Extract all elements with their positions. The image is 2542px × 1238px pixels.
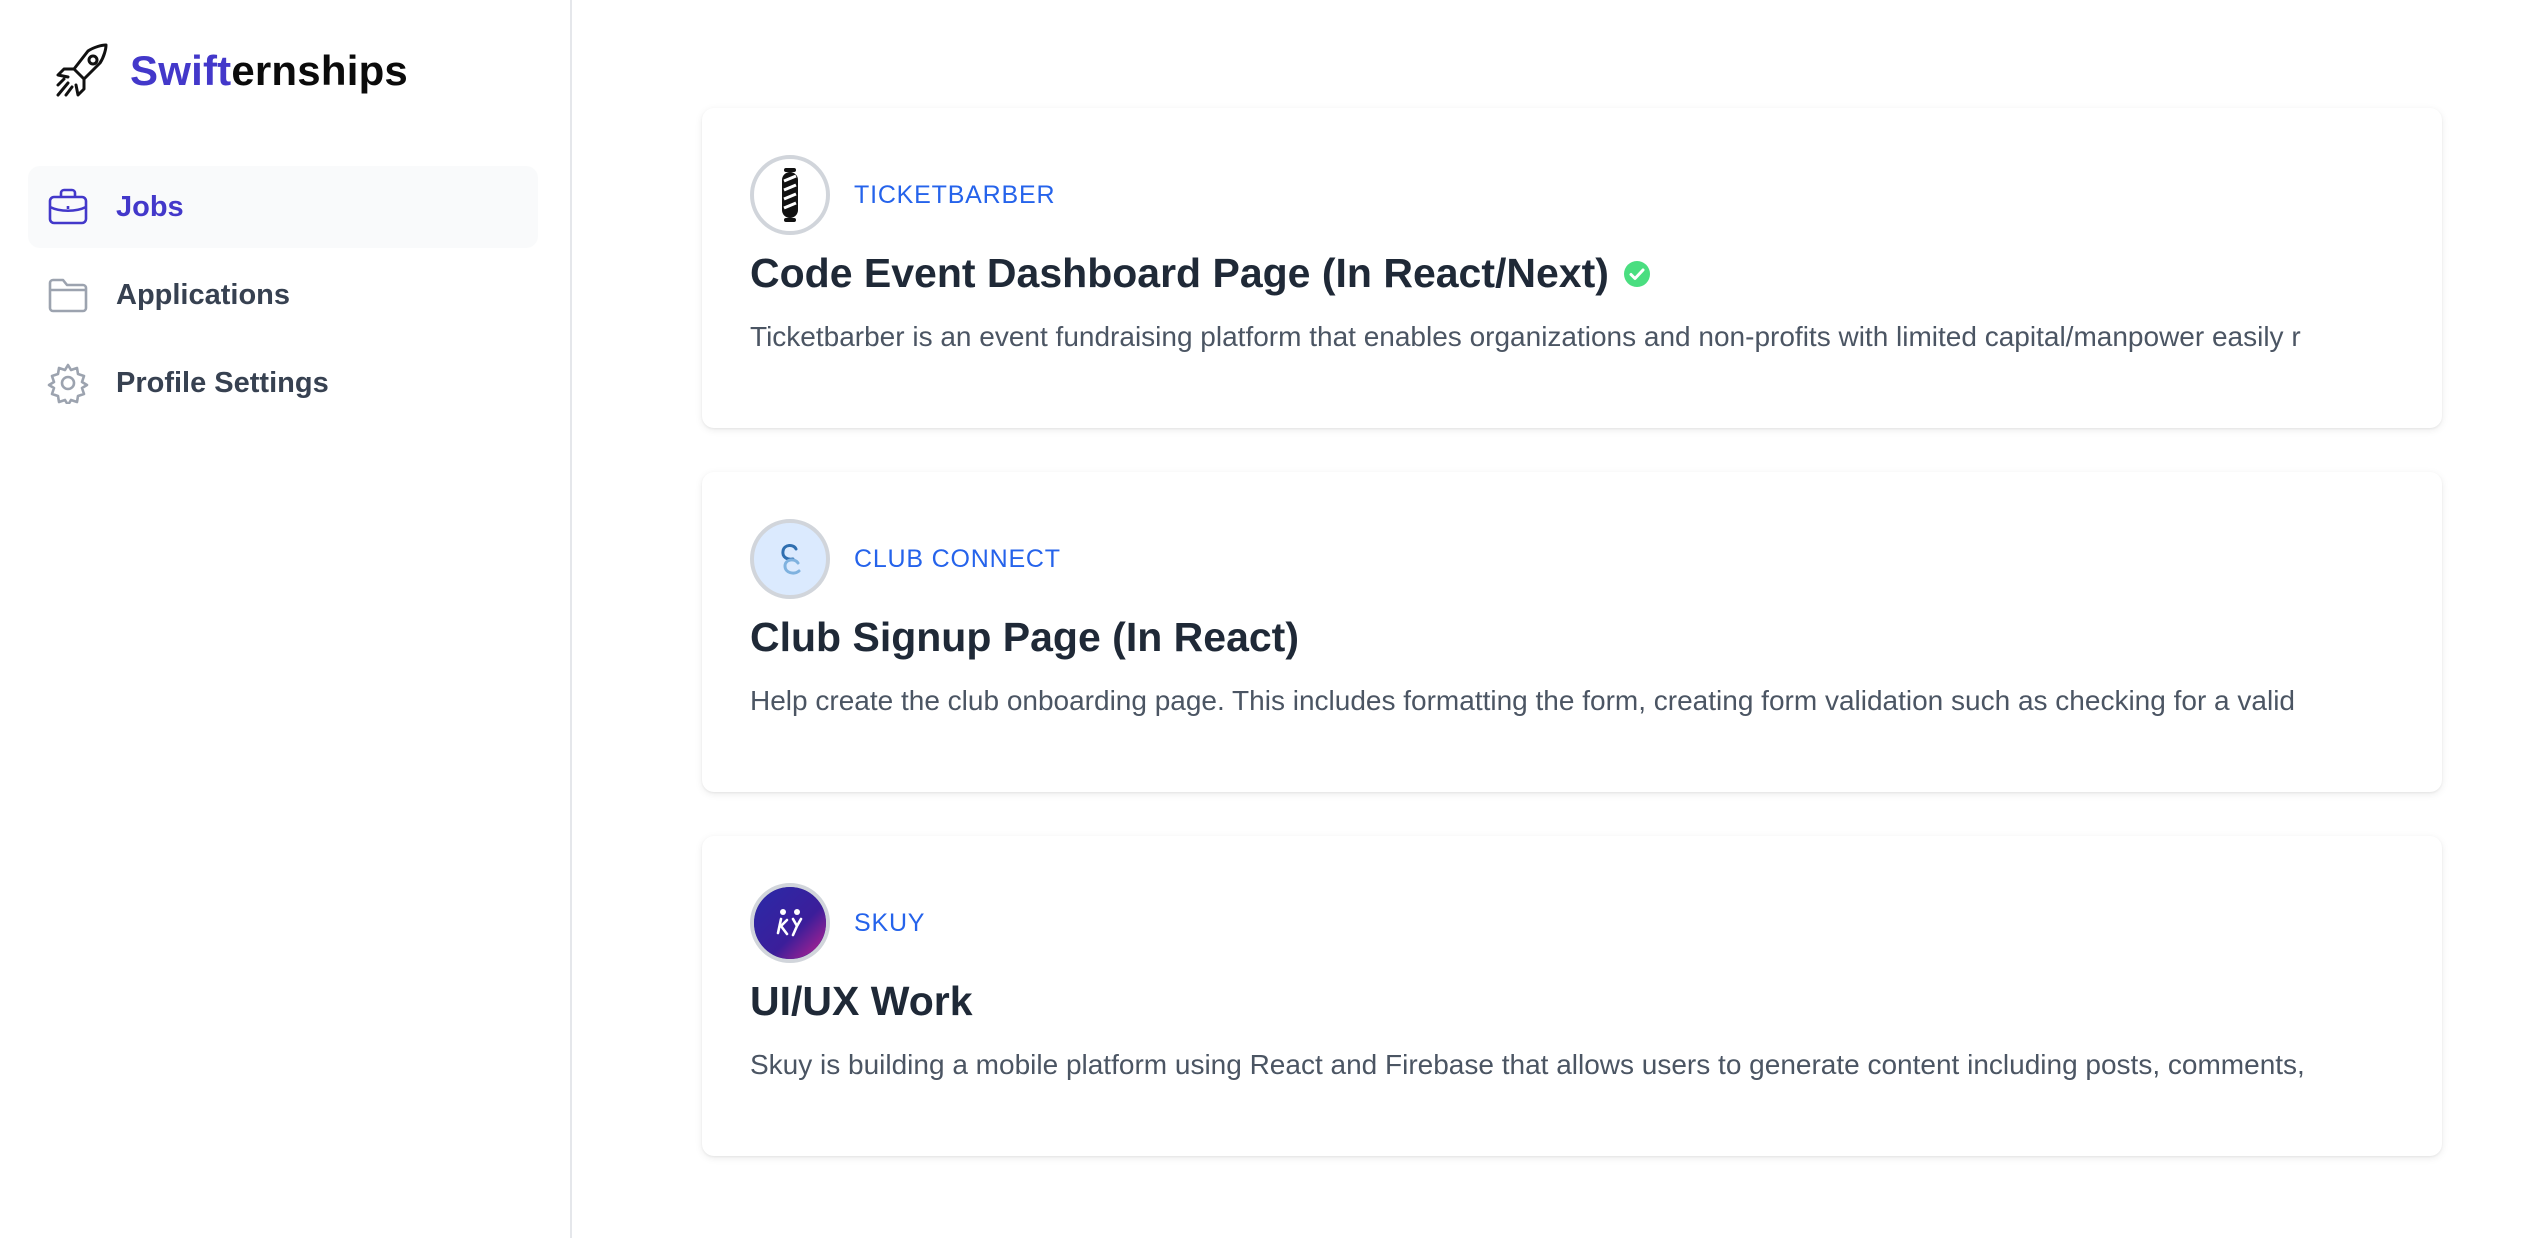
job-list: TICKETBARBER Code Event Dashboard Page (… xyxy=(572,0,2542,1238)
brand-name: Swifternships xyxy=(130,47,408,95)
job-title[interactable]: Code Event Dashboard Page (In React/Next… xyxy=(750,250,2394,297)
job-card[interactable]: SKUY UI/UX Work Skuy is building a mobil… xyxy=(702,836,2442,1156)
sidebar-item-label: Applications xyxy=(116,278,291,311)
job-title-text: Club Signup Page (In React) xyxy=(750,614,1299,660)
brand[interactable]: Swifternships xyxy=(48,38,538,104)
company-name: SKUY xyxy=(854,908,926,937)
app-root: Swifternships Jobs Applications Profile … xyxy=(0,0,2542,1238)
sidebar-nav: Jobs Applications Profile Settings xyxy=(28,166,538,424)
job-description: Ticketbarber is an event fundraising pla… xyxy=(750,321,2301,352)
sidebar-item-jobs[interactable]: Jobs xyxy=(28,166,538,248)
sidebar: Swifternships Jobs Applications Profile … xyxy=(0,0,572,1238)
job-title-text: Code Event Dashboard Page (In React/Next… xyxy=(750,250,1609,296)
company-row: SKUY xyxy=(750,882,2394,964)
job-title-text: UI/UX Work xyxy=(750,978,973,1024)
company-row: TICKETBARBER xyxy=(750,154,2394,236)
brand-name-part1: Swift xyxy=(130,47,232,94)
job-title[interactable]: Club Signup Page (In React) xyxy=(750,614,2394,661)
folder-icon xyxy=(46,273,90,317)
job-title[interactable]: UI/UX Work xyxy=(750,978,2394,1025)
skuy-logo xyxy=(750,883,830,963)
brand-name-part2: ernships xyxy=(231,47,408,94)
company-name: CLUB CONNECT xyxy=(854,544,1061,573)
sidebar-item-profile-settings[interactable]: Profile Settings xyxy=(28,342,538,424)
job-description: Skuy is building a mobile platform using… xyxy=(750,1049,2305,1080)
rocket-icon xyxy=(48,37,116,105)
company-name: TICKETBARBER xyxy=(854,180,1056,209)
sidebar-item-label: Jobs xyxy=(116,190,184,223)
verified-check-icon xyxy=(1623,260,1651,288)
job-card[interactable]: CLUB CONNECT Club Signup Page (In React)… xyxy=(702,472,2442,792)
job-card[interactable]: TICKETBARBER Code Event Dashboard Page (… xyxy=(702,108,2442,428)
gear-icon xyxy=(46,361,90,405)
sidebar-item-label: Profile Settings xyxy=(116,366,329,399)
barber-pole-logo xyxy=(750,155,830,235)
job-description: Help create the club onboarding page. Th… xyxy=(750,685,2295,716)
sidebar-item-applications[interactable]: Applications xyxy=(28,254,538,336)
company-row: CLUB CONNECT xyxy=(750,518,2394,600)
club-connect-logo xyxy=(750,519,830,599)
briefcase-icon xyxy=(46,185,90,229)
